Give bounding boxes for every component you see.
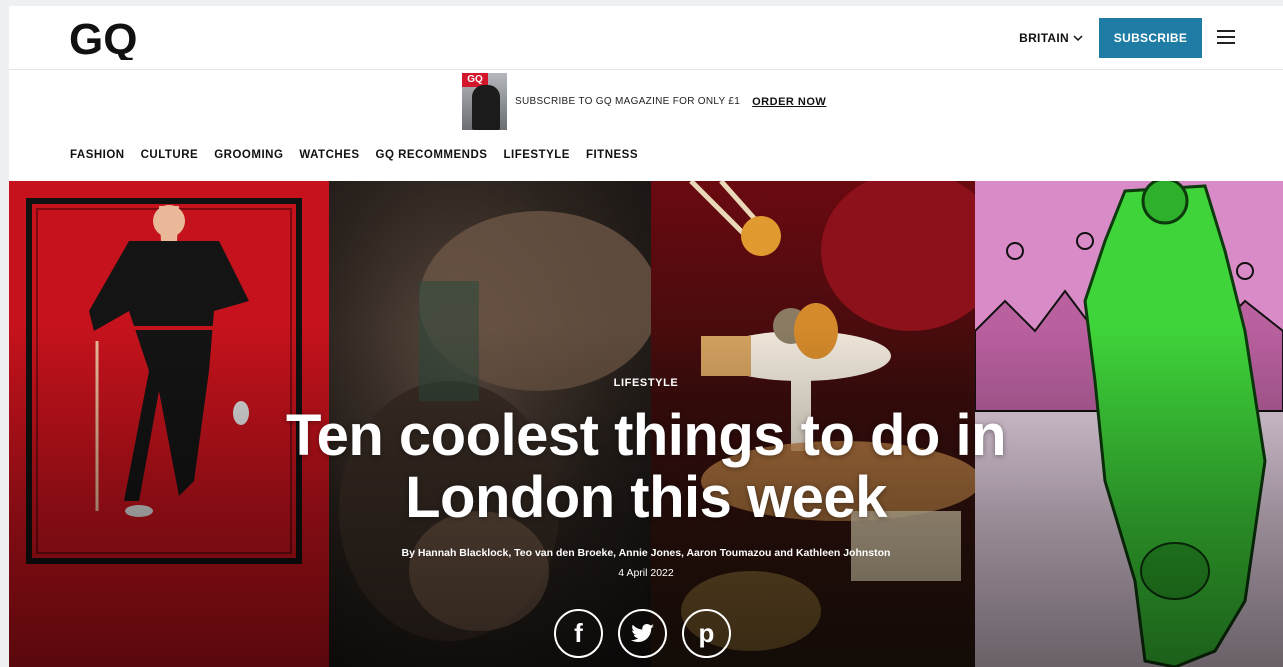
- facebook-icon: f: [574, 618, 583, 648]
- hamburger-menu-icon[interactable]: [1217, 30, 1235, 44]
- pinterest-icon: p: [698, 618, 715, 648]
- share-buttons: f p: [554, 609, 731, 658]
- twitter-icon: [630, 623, 654, 642]
- subscription-promo: GQ SUBSCRIBE TO GQ MAGAZINE FOR ONLY £1 …: [462, 73, 826, 130]
- article-category[interactable]: LIFESTYLE: [9, 377, 1283, 389]
- svg-text:GQ: GQ: [69, 18, 137, 60]
- chevron-down-icon: [1073, 31, 1083, 45]
- promo-text: SUBSCRIBE TO GQ MAGAZINE FOR ONLY £1: [515, 96, 741, 107]
- nav-item-lifestyle[interactable]: LIFESTYLE: [503, 149, 569, 161]
- article-headline[interactable]: Ten coolest things to do in London this …: [9, 405, 1283, 529]
- twitter-share-button[interactable]: [618, 609, 667, 658]
- nav-item-grooming[interactable]: GROOMING: [214, 149, 283, 161]
- article-byline: By Hannah Blacklock, Teo van den Broeke,…: [401, 547, 891, 559]
- gq-logo[interactable]: GQ: [69, 15, 149, 64]
- page: GQ BRITAIN SUBSCRIBE GQ SUBSCRIBE TO GQ …: [9, 6, 1283, 667]
- facebook-share-button[interactable]: f: [554, 609, 603, 658]
- subscribe-button[interactable]: SUBSCRIBE: [1099, 18, 1202, 58]
- region-selector[interactable]: BRITAIN: [1019, 31, 1083, 45]
- nav-item-culture[interactable]: CULTURE: [141, 149, 199, 161]
- main-nav: FASHION CULTURE GROOMING WATCHES GQ RECO…: [70, 149, 638, 161]
- article-date: 4 April 2022: [618, 567, 674, 579]
- pinterest-share-button[interactable]: p: [682, 609, 731, 658]
- region-label: BRITAIN: [1019, 31, 1069, 45]
- nav-item-gq-recommends[interactable]: GQ RECOMMENDS: [376, 149, 488, 161]
- magazine-cover-image[interactable]: GQ: [462, 73, 507, 130]
- nav-item-fitness[interactable]: FITNESS: [586, 149, 638, 161]
- site-header: GQ BRITAIN SUBSCRIBE: [9, 6, 1283, 70]
- hero-banner[interactable]: LIFESTYLE Ten coolest things to do in Lo…: [9, 181, 1283, 667]
- nav-item-fashion[interactable]: FASHION: [70, 149, 125, 161]
- order-now-link[interactable]: ORDER NOW: [752, 96, 826, 108]
- nav-item-watches[interactable]: WATCHES: [299, 149, 359, 161]
- hero-article: LIFESTYLE Ten coolest things to do in Lo…: [9, 377, 1283, 579]
